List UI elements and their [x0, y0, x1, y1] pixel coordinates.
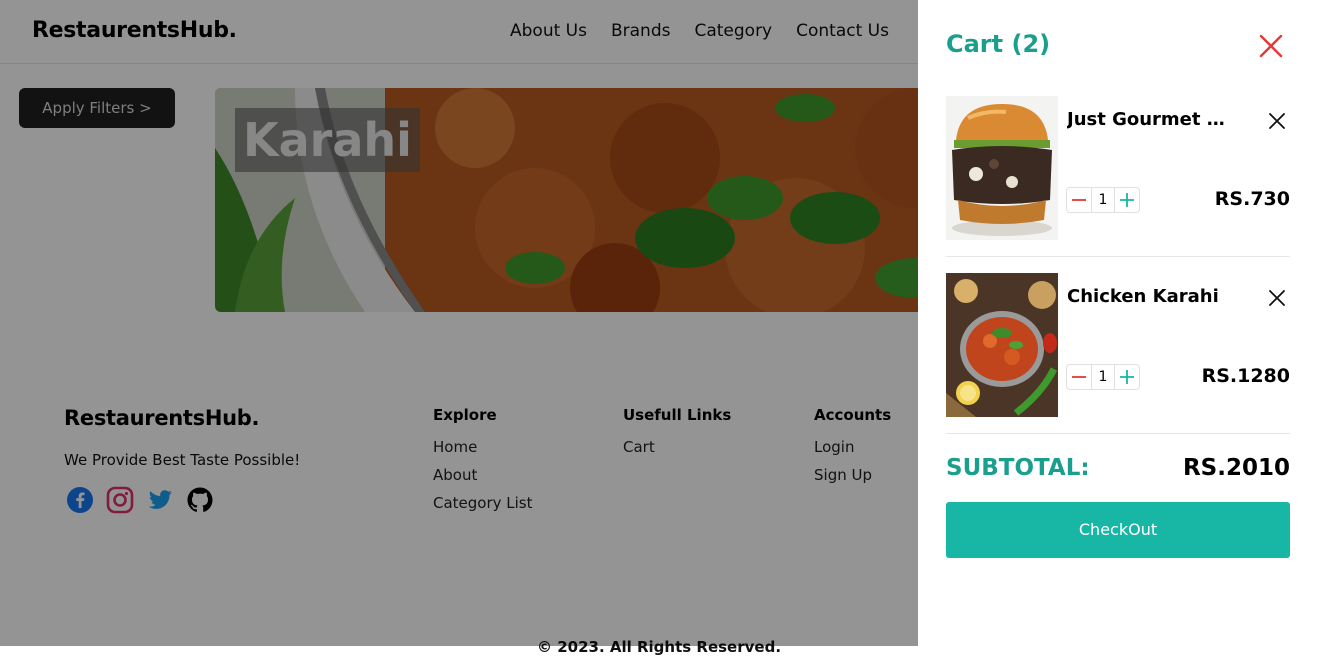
quantity-stepper: 1	[1066, 187, 1140, 213]
cart-backdrop-overlay[interactable]	[0, 0, 918, 646]
item-thumbnail-burger	[946, 96, 1058, 240]
plus-icon	[1120, 193, 1134, 207]
checkout-button[interactable]: CheckOut	[946, 502, 1290, 558]
minus-icon	[1072, 376, 1086, 378]
item-divider	[946, 256, 1290, 257]
item-divider	[946, 433, 1290, 434]
decrease-quantity-button[interactable]	[1067, 188, 1091, 212]
page: RestaurentsHub. About Us Brands Category…	[0, 0, 1318, 668]
plus-icon	[1120, 370, 1134, 384]
cart-title: Cart (2)	[946, 30, 1051, 58]
cart-item-name: Just Gourmet Burger	[1067, 109, 1237, 130]
cart-item-price: RS.1280	[1201, 365, 1290, 387]
increase-quantity-button[interactable]	[1115, 365, 1139, 389]
remove-item-icon[interactable]	[1268, 112, 1286, 130]
minus-icon	[1072, 199, 1086, 201]
cart-drawer: Cart (2) Just Gourmet Burger	[918, 0, 1318, 668]
remove-item-icon[interactable]	[1268, 289, 1286, 307]
cart-item: Just Gourmet Burger 1 RS.730	[946, 96, 1290, 257]
quantity-value: 1	[1091, 188, 1115, 212]
cart-item-name: Chicken Karahi	[1067, 286, 1219, 307]
subtotal-value: RS.2010	[1182, 455, 1290, 481]
quantity-value: 1	[1091, 365, 1115, 389]
decrease-quantity-button[interactable]	[1067, 365, 1091, 389]
cart-item: Chicken Karahi 1 RS.1280	[946, 273, 1290, 434]
close-icon[interactable]	[1258, 33, 1284, 59]
increase-quantity-button[interactable]	[1115, 188, 1139, 212]
quantity-stepper: 1	[1066, 364, 1140, 390]
item-thumbnail-karahi	[946, 273, 1058, 417]
subtotal-label: SUBTOTAL:	[946, 455, 1090, 481]
cart-item-price: RS.730	[1214, 188, 1290, 210]
